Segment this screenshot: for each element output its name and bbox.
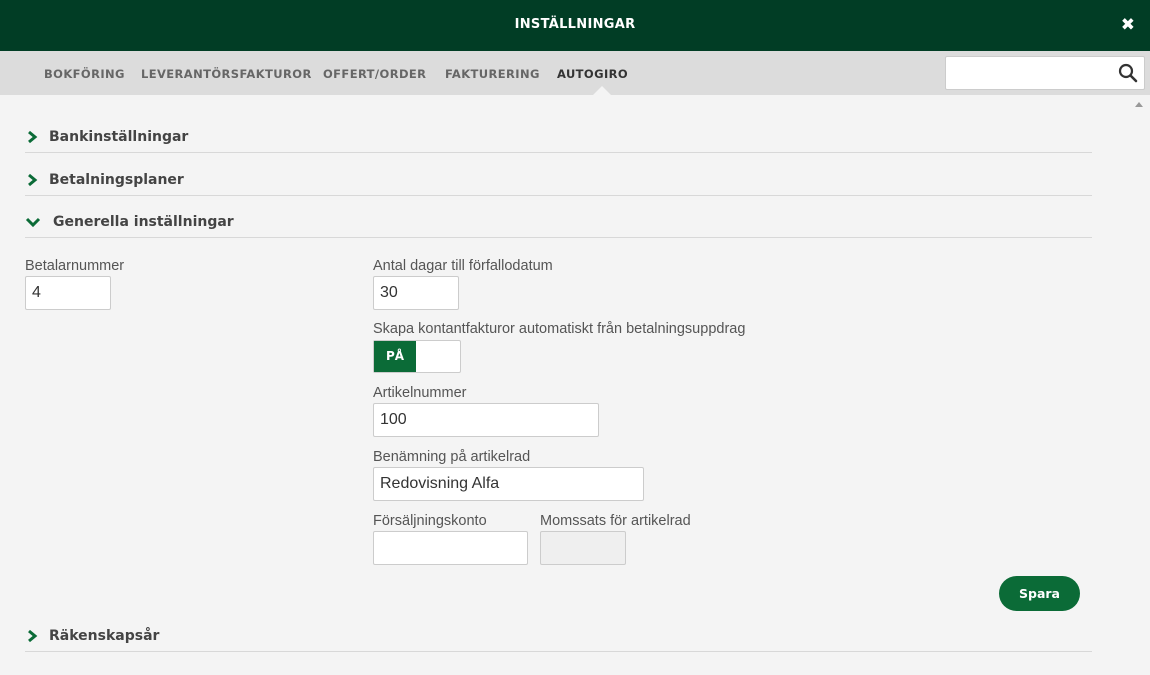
article-row-name-label: Benämning på artikelrad — [373, 449, 531, 465]
section-label: Räkenskapsår — [49, 628, 160, 644]
section-label: Bankinställningar — [49, 129, 189, 145]
active-tab-indicator — [593, 86, 611, 95]
payer-number-label: Betalarnummer — [25, 258, 125, 274]
auto-cash-invoice-label: Skapa kontantfakturor automatiskt från b… — [373, 321, 746, 337]
section-betalningsplaner[interactable]: Betalningsplaner — [25, 170, 1092, 196]
due-days-label: Antal dagar till förfallodatum — [373, 258, 553, 274]
section-bankinstallningar[interactable]: Bankinställningar — [25, 127, 1092, 153]
search-box — [945, 56, 1145, 90]
sales-account-label: Försäljningskonto — [373, 513, 487, 529]
chevron-right-icon — [25, 130, 39, 144]
close-icon[interactable]: ✖ — [1119, 16, 1137, 34]
payer-number-input[interactable] — [25, 276, 111, 310]
toggle-on-label: PÅ — [374, 341, 416, 372]
window-title: INSTÄLLNINGAR — [514, 17, 636, 32]
article-number-label: Artikelnummer — [373, 385, 467, 401]
tab-offert-order[interactable]: OFFERT/ORDER — [323, 67, 426, 81]
chevron-right-icon — [25, 173, 39, 187]
search-icon[interactable] — [1118, 63, 1138, 83]
save-button[interactable]: Spara — [999, 576, 1080, 611]
tab-bokforing[interactable]: BOKFÖRING — [44, 67, 125, 81]
vat-rate-label: Momssats för artikelrad — [540, 513, 691, 529]
auto-cash-invoice-toggle[interactable]: PÅ — [373, 340, 461, 373]
section-generella-installningar[interactable]: Generella inställningar — [25, 212, 1092, 238]
article-number-input[interactable] — [373, 403, 599, 437]
vat-rate-input — [540, 531, 626, 565]
section-label: Generella inställningar — [53, 214, 234, 230]
scrollbar[interactable] — [1129, 95, 1150, 675]
title-bar: INSTÄLLNINGAR ✖ — [0, 0, 1150, 51]
article-row-name-input[interactable] — [373, 467, 644, 501]
search-input[interactable] — [954, 63, 1114, 83]
tab-fakturering[interactable]: FAKTURERING — [445, 67, 540, 81]
scroll-up-arrow-icon[interactable] — [1135, 102, 1143, 107]
chevron-right-icon — [25, 629, 39, 643]
chevron-down-icon — [25, 215, 41, 229]
due-days-input[interactable] — [373, 276, 459, 310]
section-rakenskapsar[interactable]: Räkenskapsår — [25, 626, 1092, 652]
sales-account-input[interactable] — [373, 531, 528, 565]
tab-leverantorsfakturor[interactable]: LEVERANTÖRSFAKTUROR — [141, 67, 312, 81]
tab-autogiro[interactable]: AUTOGIRO — [557, 67, 628, 81]
section-label: Betalningsplaner — [49, 172, 184, 188]
